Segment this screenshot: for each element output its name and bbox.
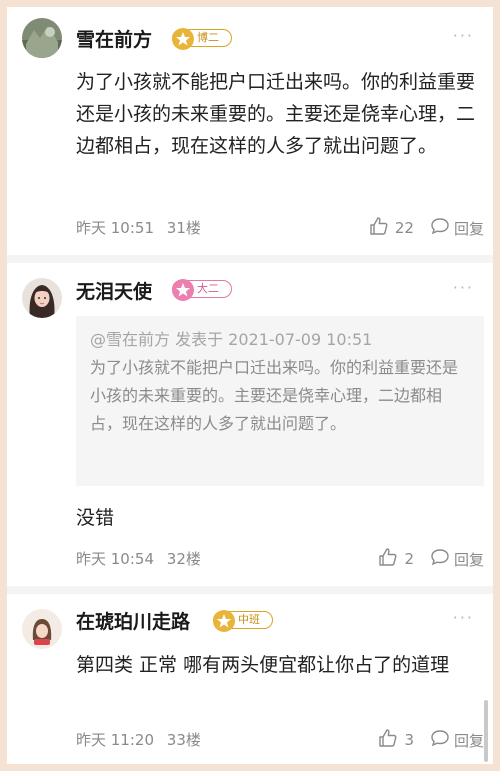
comment-meta: 昨天 10:54 32楼 (76, 548, 201, 569)
comment-actions: 2 回复 (378, 547, 484, 571)
comment-divider (7, 586, 493, 594)
timestamp: 昨天 11:20 (76, 731, 154, 749)
comment-actions: 3 回复 (378, 728, 484, 752)
reply-bubble-icon[interactable] (430, 548, 450, 570)
comment-actions: 22 回复 (369, 216, 484, 240)
reply-button[interactable]: 回复 (454, 549, 484, 570)
user-level-badge: 中班 (213, 610, 273, 632)
floor-number: 33楼 (166, 731, 201, 749)
star-icon (172, 279, 194, 301)
quoted-comment[interactable]: @雪在前方 发表于 2021-07-09 10:51 为了小孩就不能把户口迁出来… (76, 316, 484, 486)
star-icon (213, 610, 235, 632)
badge-label: 中班 (238, 613, 260, 626)
comment-meta: 昨天 10:51 31楼 (76, 217, 201, 238)
comment-meta: 昨天 11:20 33楼 (76, 729, 201, 750)
floor-number: 32楼 (166, 550, 201, 568)
floor-number: 31楼 (166, 219, 201, 237)
avatar[interactable] (22, 18, 62, 58)
avatar[interactable] (22, 609, 62, 649)
comment-text: 没错 (76, 507, 115, 529)
reply-button[interactable]: 回复 (454, 730, 484, 751)
timestamp: 昨天 10:51 (76, 219, 154, 237)
username[interactable]: 在琥珀川走路 (76, 607, 190, 634)
user-level-badge: 博二 (172, 28, 232, 50)
avatar[interactable] (22, 278, 62, 318)
username[interactable]: 无泪天使 (76, 277, 152, 304)
badge-label: 大二 (197, 282, 219, 295)
username[interactable]: 雪在前方 (76, 25, 152, 52)
thumbs-up-icon[interactable] (378, 728, 398, 752)
timestamp: 昨天 10:54 (76, 550, 154, 568)
like-count: 3 (404, 731, 414, 749)
badge-label: 博二 (197, 31, 219, 44)
comment-text: 第四类 正常 哪有两头便宜都让你占了的道理 (76, 654, 450, 676)
like-count: 22 (394, 219, 414, 237)
like-count: 2 (404, 550, 414, 568)
reply-bubble-icon[interactable] (430, 729, 450, 751)
thumbs-up-icon[interactable] (378, 547, 398, 571)
quote-text: 为了小孩就不能把户口迁出来吗。你的利益重要还是小孩的未来重要的。主要还是侥幸心理… (90, 358, 459, 433)
thumbs-up-icon[interactable] (369, 216, 389, 240)
reply-button[interactable]: 回复 (454, 218, 484, 239)
more-icon[interactable]: ··· (453, 278, 474, 297)
comment-divider (7, 255, 493, 263)
comment-text: 为了小孩就不能把户口迁出来吗。你的利益重要还是小孩的未来重要的。主要还是侥幸心理… (76, 71, 476, 157)
star-icon (172, 28, 194, 50)
reply-bubble-icon[interactable] (430, 217, 450, 239)
scrollbar[interactable] (484, 700, 488, 762)
quote-header: @雪在前方 发表于 2021-07-09 10:51 (90, 330, 373, 349)
more-icon[interactable]: ··· (453, 608, 474, 627)
more-icon[interactable]: ··· (453, 26, 474, 45)
user-level-badge: 大二 (172, 279, 232, 301)
